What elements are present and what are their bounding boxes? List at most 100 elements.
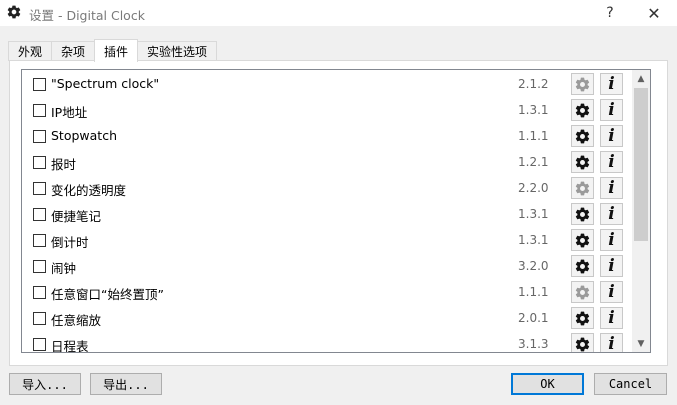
info-icon: i xyxy=(608,178,615,198)
export-button[interactable]: 导出... xyxy=(90,373,162,395)
plugin-checkbox[interactable] xyxy=(33,78,46,91)
plugin-version: 2.2.0 xyxy=(518,181,549,195)
tab-appearance[interactable]: 外观 xyxy=(8,41,53,61)
plugin-info-button[interactable]: i xyxy=(600,255,623,277)
info-icon: i xyxy=(608,308,615,328)
plugin-name: 变化的透明度 xyxy=(51,183,127,198)
plugin-version: 1.1.1 xyxy=(518,129,549,143)
plugin-checkbox[interactable] xyxy=(33,234,46,247)
scrollbar[interactable]: ▲ ▼ xyxy=(632,70,650,352)
plugin-settings-button[interactable] xyxy=(571,229,594,251)
window-title: 设置 - Digital Clock xyxy=(29,8,145,23)
plugin-info-button[interactable]: i xyxy=(600,281,623,303)
gear-icon xyxy=(575,103,590,117)
info-icon: i xyxy=(608,126,615,146)
plugin-row[interactable]: 任意缩放 2.0.1 i xyxy=(22,305,632,331)
plugin-checkbox[interactable] xyxy=(33,338,46,351)
gear-icon xyxy=(575,129,590,143)
help-button[interactable]: ? xyxy=(598,2,622,24)
plugin-settings-button[interactable] xyxy=(571,177,594,199)
plugin-checkbox[interactable] xyxy=(33,156,46,169)
plugin-settings-button[interactable] xyxy=(571,307,594,329)
info-icon: i xyxy=(608,100,615,120)
plugin-row[interactable]: 日程表 3.1.3 i xyxy=(22,331,632,353)
plugin-name: 日程表 xyxy=(51,339,89,353)
plugin-settings-button[interactable] xyxy=(571,99,594,121)
plugin-settings-button[interactable] xyxy=(571,125,594,147)
scroll-down-button[interactable]: ▼ xyxy=(632,335,650,352)
plugin-row[interactable]: IP地址 1.3.1 i xyxy=(22,97,632,123)
info-icon: i xyxy=(608,230,615,250)
plugin-checkbox[interactable] xyxy=(33,104,46,117)
gear-icon xyxy=(575,337,590,351)
plugin-version: 3.2.0 xyxy=(518,259,549,273)
import-button[interactable]: 导入... xyxy=(9,373,81,395)
plugin-version: 2.0.1 xyxy=(518,311,549,325)
scroll-thumb[interactable] xyxy=(634,88,648,241)
info-icon: i xyxy=(608,256,615,276)
plugin-info-button[interactable]: i xyxy=(600,307,623,329)
plugin-list: "Spectrum clock" 2.1.2 i IP地址 1.3.1 i Stopwatc… xyxy=(21,69,651,353)
plugin-version: 1.3.1 xyxy=(518,103,549,117)
plugin-settings-button[interactable] xyxy=(571,151,594,173)
gear-icon xyxy=(575,77,590,91)
plugin-version: 1.1.1 xyxy=(518,285,549,299)
plugin-version: 2.1.2 xyxy=(518,77,549,91)
gear-icon xyxy=(6,4,22,20)
info-icon: i xyxy=(608,334,615,353)
plugin-name: 报时 xyxy=(51,157,77,172)
plugin-info-button[interactable]: i xyxy=(600,203,623,225)
plugin-version: 3.1.3 xyxy=(518,337,549,351)
plugin-settings-button[interactable] xyxy=(571,255,594,277)
plugin-info-button[interactable]: i xyxy=(600,73,623,95)
tab-plugins[interactable]: 插件 xyxy=(94,39,139,62)
info-icon: i xyxy=(608,282,615,302)
info-icon: i xyxy=(608,204,615,224)
plugin-settings-button[interactable] xyxy=(571,203,594,225)
plugin-row[interactable]: 任意窗口“始终置顶” 1.1.1 i xyxy=(22,279,632,305)
plugin-settings-button[interactable] xyxy=(571,333,594,352)
tab-experimental[interactable]: 实验性选项 xyxy=(137,41,218,61)
plugin-row[interactable]: 报时 1.2.1 i xyxy=(22,149,632,175)
plugin-row[interactable]: "Spectrum clock" 2.1.2 i xyxy=(22,71,632,97)
ok-button[interactable]: OK xyxy=(511,373,584,395)
plugin-version: 1.3.1 xyxy=(518,207,549,221)
plugin-row[interactable]: 变化的透明度 2.2.0 i xyxy=(22,175,632,201)
plugin-settings-button[interactable] xyxy=(571,281,594,303)
plugin-info-button[interactable]: i xyxy=(600,229,623,251)
plugin-info-button[interactable]: i xyxy=(600,99,623,121)
plugin-version: 1.2.1 xyxy=(518,155,549,169)
plugin-row[interactable]: 闹钟 3.2.0 i xyxy=(22,253,632,279)
plugin-checkbox[interactable] xyxy=(33,260,46,273)
plugin-checkbox[interactable] xyxy=(33,312,46,325)
gear-icon xyxy=(575,259,590,273)
plugin-version: 1.3.1 xyxy=(518,233,549,247)
cancel-button[interactable]: Cancel xyxy=(594,373,667,395)
plugin-checkbox[interactable] xyxy=(33,182,46,195)
plugin-name: IP地址 xyxy=(51,105,88,120)
plugin-row[interactable]: Stopwatch 1.1.1 i xyxy=(22,123,632,149)
gear-icon xyxy=(575,181,590,195)
scroll-up-button[interactable]: ▲ xyxy=(632,70,650,87)
plugin-name: 闹钟 xyxy=(51,261,77,276)
plugin-checkbox[interactable] xyxy=(33,130,46,143)
tab-bar: 外观 杂项 插件 实验性选项 xyxy=(8,39,218,62)
plugin-info-button[interactable]: i xyxy=(600,125,623,147)
info-icon: i xyxy=(608,74,615,94)
plugin-row[interactable]: 便捷笔记 1.3.1 i xyxy=(22,201,632,227)
plugin-row[interactable]: 倒计时 1.3.1 i xyxy=(22,227,632,253)
plugin-name: Stopwatch xyxy=(51,128,117,143)
plugin-info-button[interactable]: i xyxy=(600,177,623,199)
close-button[interactable]: ✕ xyxy=(642,2,666,24)
gear-icon xyxy=(575,233,590,247)
plugin-name: 任意缩放 xyxy=(51,313,102,328)
plugin-settings-button[interactable] xyxy=(571,73,594,95)
plugin-info-button[interactable]: i xyxy=(600,333,623,353)
plugin-info-button[interactable]: i xyxy=(600,151,623,173)
plugin-checkbox[interactable] xyxy=(33,286,46,299)
tab-misc[interactable]: 杂项 xyxy=(51,41,96,61)
title-bar: 设置 - Digital Clock ? ✕ xyxy=(0,0,677,26)
plugin-checkbox[interactable] xyxy=(33,208,46,221)
plugin-list-rows: "Spectrum clock" 2.1.2 i IP地址 1.3.1 i Stopwatc… xyxy=(22,70,632,352)
gear-icon xyxy=(575,311,590,325)
